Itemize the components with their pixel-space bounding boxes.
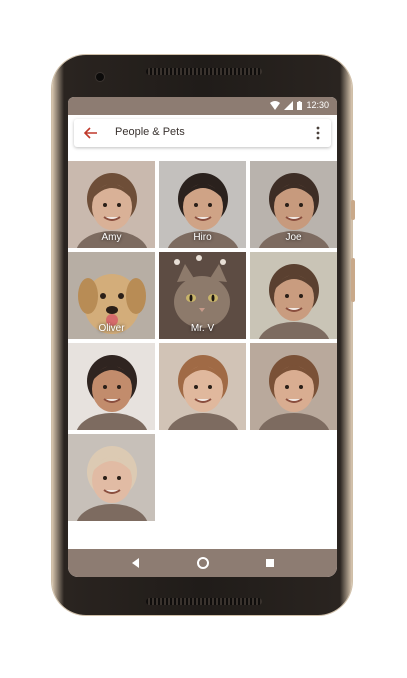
person-name-label: Hiro: [193, 232, 212, 243]
status-bar: 12:30: [68, 97, 337, 115]
navigation-bar: [68, 549, 337, 577]
person-tile[interactable]: Hiro: [159, 161, 246, 248]
person-tile[interactable]: [68, 343, 155, 430]
page-title: People & Pets: [115, 126, 185, 138]
person-tile[interactable]: [159, 343, 246, 430]
front-camera: [96, 73, 104, 81]
app-bar: People & Pets: [74, 119, 331, 147]
volume-button: [351, 258, 355, 302]
arrow-back-icon[interactable]: [82, 124, 100, 142]
triangle-back-icon[interactable]: [128, 555, 144, 571]
person-name-label: Mr. V: [190, 323, 215, 334]
person-photo: [250, 343, 337, 430]
square-recents-icon[interactable]: [262, 555, 278, 571]
person-tile[interactable]: [250, 252, 337, 339]
earpiece-speaker: [146, 68, 262, 75]
screen: 12:30 People & Pets Amy Hiro Joe Oliver …: [68, 97, 337, 577]
person-tile[interactable]: Joe: [250, 161, 337, 248]
person-tile[interactable]: Oliver: [68, 252, 155, 339]
circle-home-icon[interactable]: [195, 555, 211, 571]
person-tile[interactable]: Mr. V: [159, 252, 246, 339]
person-photo: [68, 343, 155, 430]
person-photo: [68, 434, 155, 521]
person-photo: [159, 343, 246, 430]
person-name-label: Joe: [285, 232, 302, 243]
signal-icon: [284, 100, 294, 110]
person-tile[interactable]: [68, 434, 155, 521]
battery-icon: [297, 100, 303, 110]
wifi-icon: [270, 100, 281, 110]
person-name-label: Oliver: [98, 323, 125, 334]
person-tile[interactable]: Amy: [68, 161, 155, 248]
person-photo: [250, 252, 337, 339]
more-vert-icon[interactable]: [313, 124, 323, 142]
power-button: [351, 200, 355, 220]
status-time: 12:30: [306, 100, 329, 110]
bottom-speaker: [146, 598, 262, 605]
person-name-label: Amy: [101, 232, 122, 243]
person-tile[interactable]: [250, 343, 337, 430]
